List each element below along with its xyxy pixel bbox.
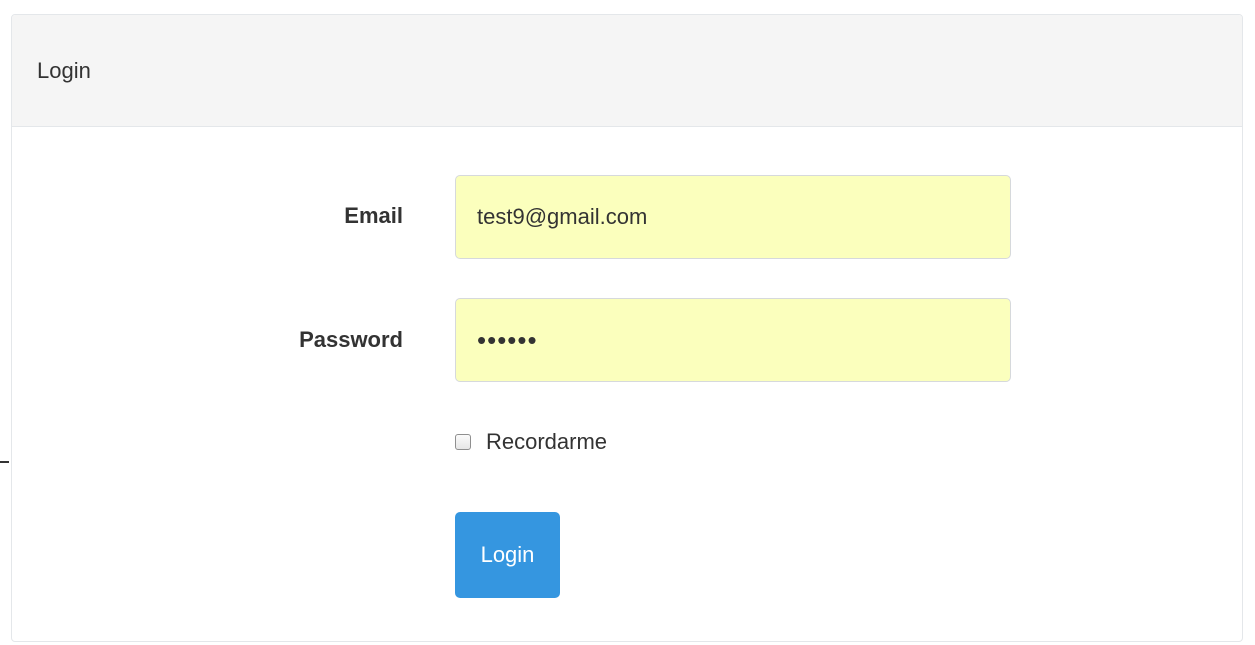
edge-divider	[0, 461, 9, 463]
login-panel: Login Email Password Recordarme Login	[11, 14, 1243, 642]
password-label: Password	[299, 327, 403, 352]
panel-heading: Login	[12, 15, 1242, 127]
remember-me-row: Recordarme	[455, 429, 607, 455]
email-field[interactable]	[455, 175, 1011, 259]
remember-me-label[interactable]: Recordarme	[486, 429, 607, 455]
panel-title: Login	[37, 57, 91, 83]
password-field[interactable]	[455, 298, 1011, 382]
email-label: Email	[344, 203, 403, 228]
remember-me-checkbox[interactable]	[455, 434, 471, 450]
login-button[interactable]: Login	[455, 512, 560, 598]
